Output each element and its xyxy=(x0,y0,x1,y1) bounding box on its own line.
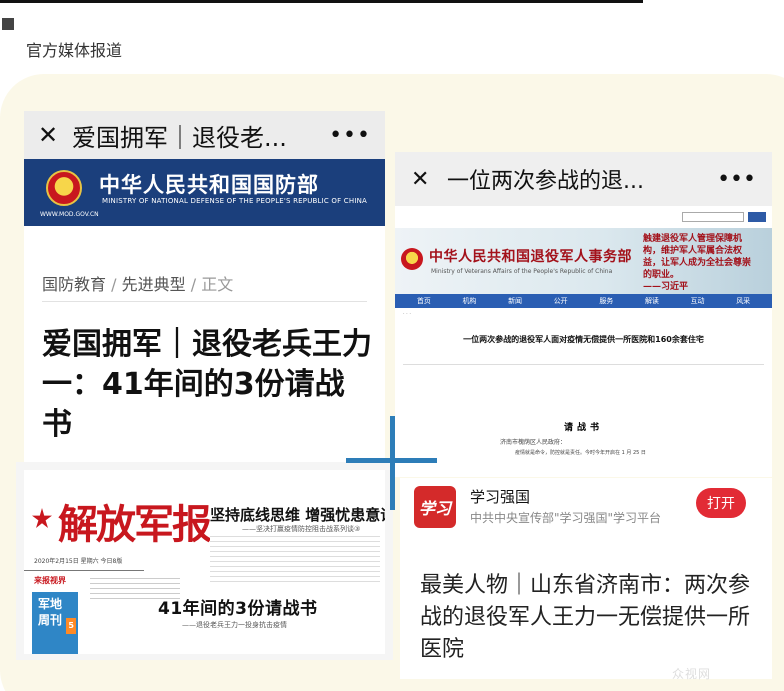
more-icon[interactable]: ••• xyxy=(717,167,756,192)
more-icon[interactable]: ••• xyxy=(329,123,371,148)
section-title: 官方媒体报道 xyxy=(26,41,123,60)
newspaper-section-tag: 军地周刊 5 xyxy=(32,592,78,654)
newspaper-masthead: 解放军报 xyxy=(58,501,212,548)
national-emblem-icon xyxy=(401,248,423,270)
nav-item[interactable]: 互动 xyxy=(691,296,705,306)
veterans-title-bar: ✕ 一位两次参战的退... ••• xyxy=(395,152,772,206)
site-search-input[interactable] xyxy=(682,212,744,222)
xuexi-article-headline: 最美人物｜山东省济南市：两次参战的退役军人王力一无偿提供一所医院 xyxy=(420,573,751,662)
banner-quote: 触建退役军人管理保障机构，维护军人军属合法权益，让军人成为全社会尊崇的职业。 ——… xyxy=(643,234,752,292)
site-top-strip xyxy=(395,206,772,228)
app-name: 学习强国 xyxy=(470,488,531,506)
nav-item[interactable]: 机构 xyxy=(462,296,476,306)
nav-item[interactable]: 服务 xyxy=(599,296,613,306)
newspaper-headline-main: 41年间的3份请战书 xyxy=(158,599,318,619)
nav-item[interactable]: 公开 xyxy=(554,296,568,306)
mod-article-headline: 爱国拥军｜退役老兵王力一：41年间的3份请战书 xyxy=(42,327,372,442)
veterans-article-title: 一位两次参战的退役军人面对疫情无偿提供一所医院和160余套住宅 xyxy=(463,335,704,344)
breadcrumb-item: 正文 xyxy=(201,275,234,294)
veterans-bar-title: 一位两次参战的退... xyxy=(447,169,644,194)
breadcrumb-item[interactable]: 国防教育 xyxy=(42,275,106,294)
site-search-button[interactable] xyxy=(748,212,766,222)
newspaper-subheadline-main: ——退役老兵王力一投身抗击疫情 xyxy=(182,621,287,629)
veterans-site-name-en: Ministry of Veterans Affairs of the Peop… xyxy=(431,268,613,275)
national-emblem-icon xyxy=(46,170,82,206)
app-description: 中共中央宣传部"学习强国"学习平台 xyxy=(470,511,662,525)
breadcrumb-item[interactable]: 先进典型 xyxy=(122,275,186,294)
mod-bar-title: 爱国拥军｜退役老... xyxy=(72,123,287,152)
document-line: 疫情就是命令，防控就是责任。今时今年开启在 1 月 25 日 xyxy=(515,450,646,456)
breadcrumb: 国防教育 / 先进典型 / 正文 xyxy=(42,275,234,294)
nav-item[interactable]: 首页 xyxy=(417,296,431,306)
red-star-icon xyxy=(32,508,52,528)
close-icon[interactable]: ✕ xyxy=(38,121,72,149)
watermark: 众视网 xyxy=(672,667,712,681)
newspaper-headline-top: 坚持底线思维 增强忧患意识 xyxy=(210,506,385,524)
stage: 官方媒体报道 ✕ 爱国拥军｜退役老... ••• 中华人民共和国国防部 MINI… xyxy=(0,0,784,691)
document-recipient: 济南市槐荫区人民政府： xyxy=(500,439,567,446)
newspaper-date: 2020年2月15日 星期六 今日8版 xyxy=(34,558,123,565)
site-nav: 首页 机构 新闻 公开 服务 解读 互动 风采 xyxy=(395,294,772,308)
veterans-site-banner: 中华人民共和国退役军人事务部 Ministry of Veterans Affa… xyxy=(395,228,772,294)
screenshot-veterans-article: ✕ 一位两次参战的退... ••• 中华人民共和国退役军人事务部 Ministr… xyxy=(395,152,772,477)
newspaper-column-label: 来报视界 xyxy=(34,576,66,585)
newspaper-subheadline-top: ——坚决打赢疫情防控阻击战系列谈③ xyxy=(242,525,361,533)
mod-site-name-en: MINISTRY OF NATIONAL DEFENSE OF THE PEOP… xyxy=(102,197,368,205)
section-bullet-icon xyxy=(2,18,14,30)
newspaper-text-columns xyxy=(210,536,380,584)
screenshot-newspaper: 解放军报 坚持底线思维 增强忧患意识 ——坚决打赢疫情防控阻击战系列谈③ 202… xyxy=(16,462,393,660)
close-icon[interactable]: ✕ xyxy=(411,167,447,192)
crosshair-horizontal xyxy=(346,458,437,463)
divider xyxy=(24,570,144,571)
document-title: 请战书 xyxy=(563,423,603,433)
newspaper-page: 解放军报 坚持底线思维 增强忧患意识 ——坚决打赢疫情防控阻击战系列谈③ 202… xyxy=(24,470,385,654)
mod-title-bar: ✕ 爱国拥军｜退役老... ••• xyxy=(24,111,385,159)
site-breadcrumb: · · · xyxy=(403,311,411,317)
nav-item[interactable]: 解读 xyxy=(645,296,659,306)
crosshair-vertical xyxy=(390,416,395,510)
section-number: 5 xyxy=(66,618,76,634)
veterans-site-name: 中华人民共和国退役军人事务部 xyxy=(429,249,632,265)
mod-site-name: 中华人民共和国国防部 xyxy=(99,173,319,197)
mod-site-banner: 中华人民共和国国防部 MINISTRY OF NATIONAL DEFENSE … xyxy=(24,159,385,226)
xuexi-app-icon: 学习 xyxy=(414,486,456,528)
nav-item[interactable]: 风采 xyxy=(736,296,750,306)
nav-item[interactable]: 新闻 xyxy=(508,296,522,306)
open-app-button[interactable]: 打开 xyxy=(696,488,746,518)
divider xyxy=(42,301,367,302)
article-body xyxy=(395,368,772,410)
screenshot-mod-article: ✕ 爱国拥军｜退役老... ••• 中华人民共和国国防部 MINISTRY OF… xyxy=(24,111,385,470)
mod-site-url: WWW.MOD.GOV.CN xyxy=(40,211,99,218)
screenshot-xuexi-article: 学习 学习强国 中共中央宣传部"学习强国"学习平台 打开 最美人物｜山东省济南市… xyxy=(400,478,772,679)
top-divider xyxy=(0,0,643,3)
article-meta xyxy=(403,348,764,365)
